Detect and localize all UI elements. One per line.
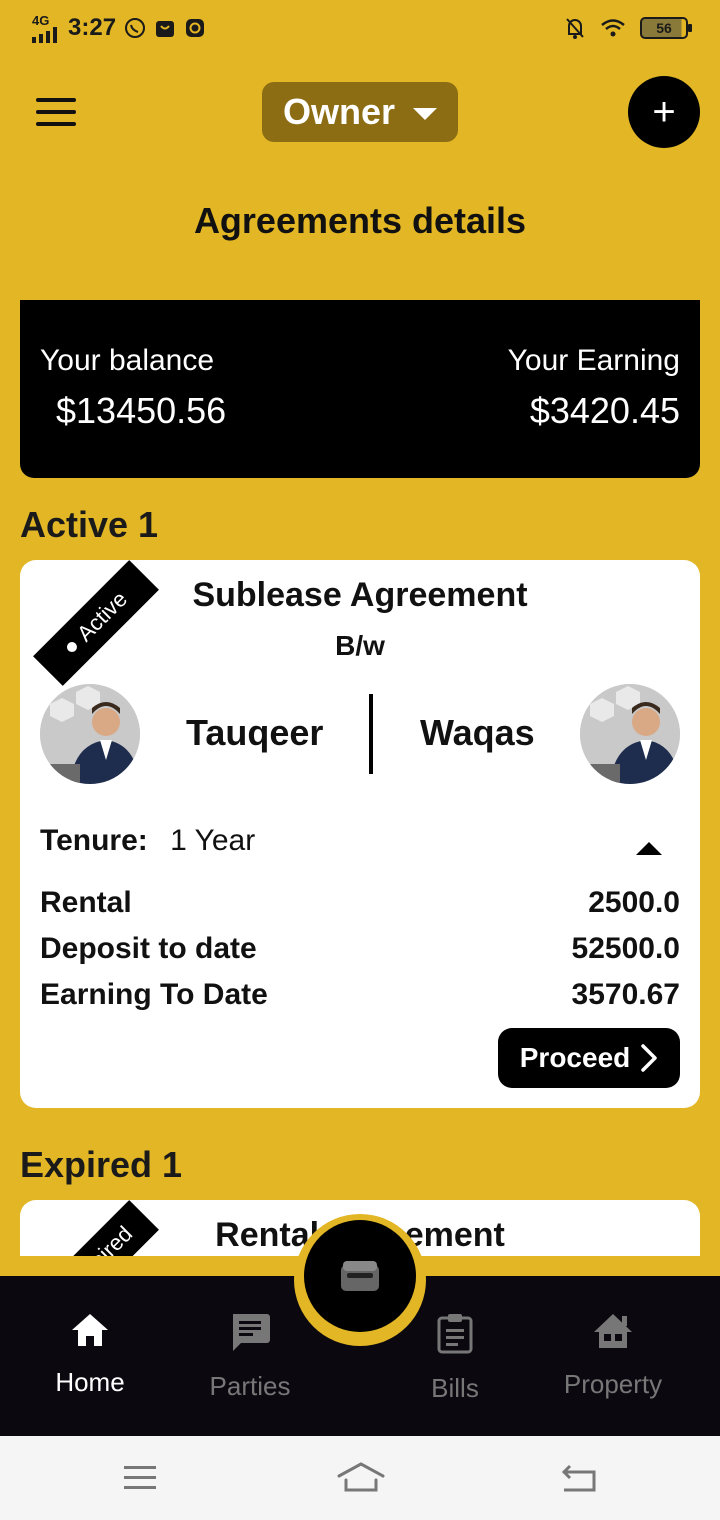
detail-row-rental: Rental 2500.0 — [40, 886, 680, 920]
earning-value: $3420.45 — [529, 390, 680, 431]
party-right-name: Waqas — [420, 712, 535, 753]
property-icon — [594, 1314, 632, 1348]
plus-icon: + — [652, 89, 676, 134]
party-left-name: Tauqeer — [186, 712, 324, 753]
detail-row-deposit: Deposit to date 52500.0 — [40, 932, 680, 966]
proceed-button[interactable]: Proceed — [498, 1028, 680, 1088]
chat-icon — [233, 1314, 270, 1351]
home-icon — [72, 1314, 108, 1346]
recent-apps-icon — [124, 1466, 156, 1489]
avatar-right[interactable] — [580, 684, 680, 784]
add-button[interactable]: + — [628, 76, 700, 148]
proceed-label: Proceed — [519, 1042, 631, 1073]
detail-label: Earning To Date — [40, 978, 268, 1011]
clipboard-icon — [437, 1314, 473, 1354]
page-title: Agreements details — [193, 200, 527, 241]
detail-value: 2500.0 — [588, 886, 680, 919]
detail-label: Deposit to date — [40, 932, 257, 965]
back-icon — [561, 1464, 596, 1492]
chevron-up-icon[interactable] — [636, 842, 662, 855]
battery-icon: 56 — [640, 17, 692, 39]
expired-section-title: Expired 1 — [20, 1144, 183, 1185]
wifi-icon — [600, 18, 626, 38]
role-value: Owner — [282, 91, 396, 132]
wallet-fab-button[interactable] — [304, 1220, 416, 1332]
battery-level: 56 — [656, 20, 672, 36]
role-dropdown[interactable]: Owner — [262, 82, 458, 142]
nav-home[interactable]: Home — [20, 1312, 160, 1398]
signal-icon: 4G — [32, 14, 60, 43]
tenure-value: 1 Year — [170, 824, 256, 857]
party-divider — [369, 694, 373, 774]
home-outline-icon — [337, 1462, 385, 1492]
menu-icon-line — [36, 122, 76, 126]
nav-property[interactable]: Property — [543, 1312, 683, 1400]
nav-label: Parties — [209, 1371, 291, 1401]
detail-value: 3570.67 — [571, 978, 680, 1011]
chevron-right-icon — [641, 1044, 657, 1072]
top-bar: Owner + — [0, 76, 720, 148]
balance-section: Your balance $13450.56 — [40, 344, 226, 432]
nav-parties[interactable]: Parties — [180, 1312, 320, 1402]
instagram-icon — [184, 17, 206, 39]
detail-value: 52500.0 — [571, 932, 680, 965]
tenure-label: Tenure: — [40, 824, 148, 857]
network-type: 4G — [32, 12, 50, 28]
menu-icon-line — [36, 98, 76, 102]
shopping-bag-icon — [154, 17, 176, 39]
clock: 3:27 — [68, 14, 117, 41]
menu-icon-line — [36, 110, 76, 114]
agreement-title: Sublease Agreement — [192, 576, 528, 614]
wallet-icon — [341, 1261, 379, 1291]
chevron-down-icon — [413, 108, 438, 120]
nav-label: Property — [563, 1369, 663, 1399]
home-system-button[interactable] — [336, 1462, 386, 1499]
back-button[interactable] — [560, 1462, 598, 1499]
tenure: Tenure: 1 Year — [40, 824, 255, 858]
agreement-between-label: B/w — [335, 630, 385, 661]
balance-card: Your balance $13450.56 Your Earning $342… — [20, 300, 700, 478]
detail-row-earning: Earning To Date 3570.67 — [40, 978, 680, 1012]
recent-apps-button[interactable] — [122, 1462, 158, 1497]
nav-label: Home — [55, 1367, 125, 1397]
active-section-title: Active 1 — [20, 504, 159, 545]
menu-button[interactable] — [36, 98, 76, 126]
whatsapp-icon — [124, 17, 146, 39]
nav-label: Bills — [431, 1373, 479, 1403]
system-nav-bar — [0, 1436, 720, 1520]
avatar-left[interactable] — [40, 684, 140, 784]
earning-label: Your Earning — [507, 344, 680, 377]
balance-value: $13450.56 — [56, 390, 227, 431]
balance-label: Your balance — [40, 344, 215, 377]
detail-label: Rental — [40, 886, 132, 919]
status-bar: 4G 3:27 56 — [0, 0, 720, 56]
earning-section: Your Earning $3420.45 — [508, 344, 680, 432]
agreement-card[interactable]: Active Sublease Agreement B/w Tauqeer Wa… — [20, 560, 700, 1108]
bell-off-icon — [564, 16, 586, 40]
